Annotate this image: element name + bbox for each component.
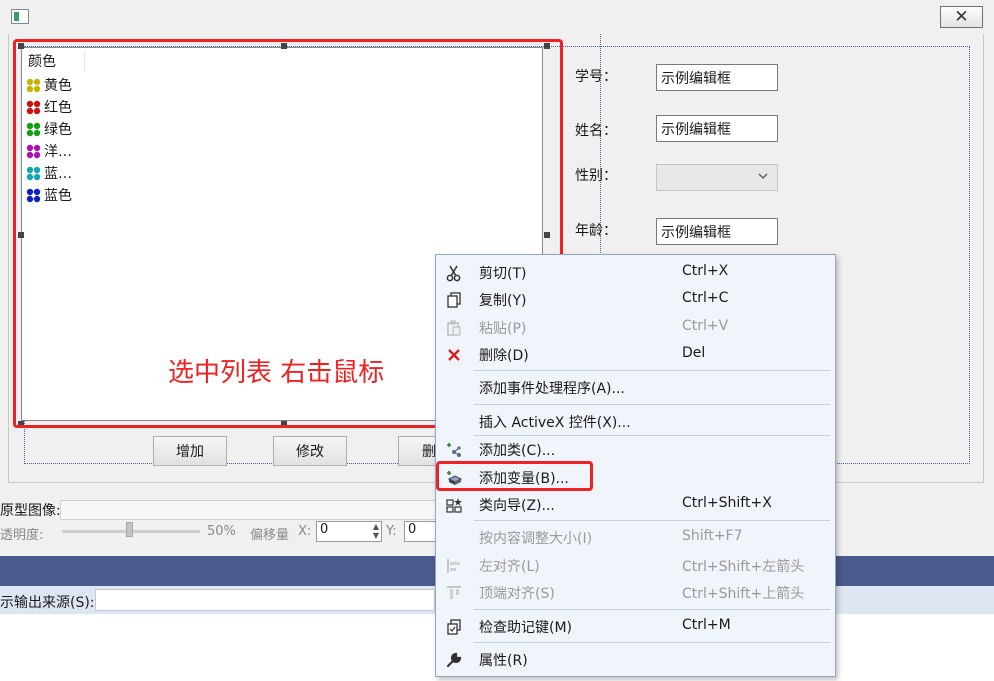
menu-separator (474, 370, 830, 371)
image-path-field[interactable] (60, 500, 440, 520)
delete-button[interactable]: 删 (398, 436, 438, 466)
close-icon: ✕ (954, 7, 969, 27)
menu-item-paste[interactable]: 粘贴(P) Ctrl+V (436, 314, 835, 341)
align-left-icon (444, 556, 464, 576)
menu-separator (474, 609, 830, 610)
opacity-label: 透明度: (0, 528, 44, 543)
menu-item-class-wizard[interactable]: 类向导(Z)... Ctrl+Shift+X (436, 491, 835, 518)
menu-item-delete[interactable]: 删除(D) Del (436, 341, 835, 368)
menu-item-add-class[interactable]: 添加类(C)... (436, 436, 835, 463)
age-edit[interactable]: 示例编辑框 (656, 218, 778, 245)
add-class-icon (444, 440, 464, 460)
check-mnemonics-icon (444, 617, 464, 637)
output-source-label: 示输出来源(S): (0, 595, 95, 611)
menu-separator (474, 520, 830, 521)
offset-x-input[interactable]: 0 ▲ ▼ (316, 521, 382, 542)
name-edit[interactable]: 示例编辑框 (656, 115, 778, 142)
wrench-icon (444, 650, 464, 670)
align-top-icon (444, 583, 464, 603)
offset-y-input[interactable]: 0 (404, 521, 438, 542)
output-source-select[interactable] (95, 589, 435, 611)
class-wizard-icon (444, 495, 464, 515)
menu-item-size-to-content[interactable]: 按内容调整大小(I) Shift+F7 (436, 524, 835, 551)
modify-button[interactable]: 修改 (273, 436, 347, 466)
menu-item-align-top[interactable]: 顶端对齐(S) Ctrl+Shift+上箭头 (436, 579, 835, 606)
name-label: 姓名： (575, 123, 617, 139)
offset-label: 偏移量 (250, 528, 290, 543)
opacity-slider-thumb[interactable] (126, 522, 133, 537)
add-button[interactable]: 增加 (153, 436, 227, 466)
menu-item-check-mnemonics[interactable]: 检查助记键(M) Ctrl+M (436, 613, 835, 640)
offset-x-value: 0 (320, 522, 329, 537)
spinner-arrows-icon[interactable]: ▲ ▼ (373, 522, 379, 540)
menu-separator (474, 642, 830, 643)
student-id-label: 学号： (575, 69, 617, 85)
annotation-highlight-add-variable (436, 461, 593, 491)
image-label: 原型图像: (0, 503, 61, 519)
menu-item-align-left[interactable]: 左对齐(L) Ctrl+Shift+左箭头 (436, 552, 835, 579)
offset-y-value: 0 (408, 522, 417, 537)
annotation-text: 选中列表 右击鼠标 (168, 358, 385, 388)
delete-x-icon (444, 345, 464, 365)
offset-y-label: Y: (386, 524, 397, 539)
opacity-value: 50% (207, 524, 236, 539)
copy-icon (444, 290, 464, 310)
menu-item-properties[interactable]: 属性(R) (436, 646, 835, 673)
gender-label: 性别： (575, 168, 617, 184)
title-bar: ✕ (0, 0, 994, 34)
menu-item-cut[interactable]: 剪切(T) Ctrl+X (436, 259, 835, 286)
offset-x-label: X: (298, 524, 312, 539)
close-button[interactable]: ✕ (940, 6, 983, 28)
menu-item-insert-activex[interactable]: 插入 ActiveX 控件(X)... (436, 408, 835, 435)
scissors-icon (444, 263, 464, 283)
window-icon (11, 9, 29, 24)
menu-item-copy[interactable]: 复制(Y) Ctrl+C (436, 286, 835, 313)
gender-combobox[interactable] (656, 164, 778, 191)
age-label: 年龄： (575, 223, 617, 239)
menu-separator (474, 404, 830, 405)
chevron-down-icon (757, 170, 769, 185)
student-id-edit[interactable]: 示例编辑框 (656, 64, 778, 91)
paste-icon (444, 318, 464, 338)
menu-item-add-event-handler[interactable]: 添加事件处理程序(A)... (436, 374, 835, 401)
